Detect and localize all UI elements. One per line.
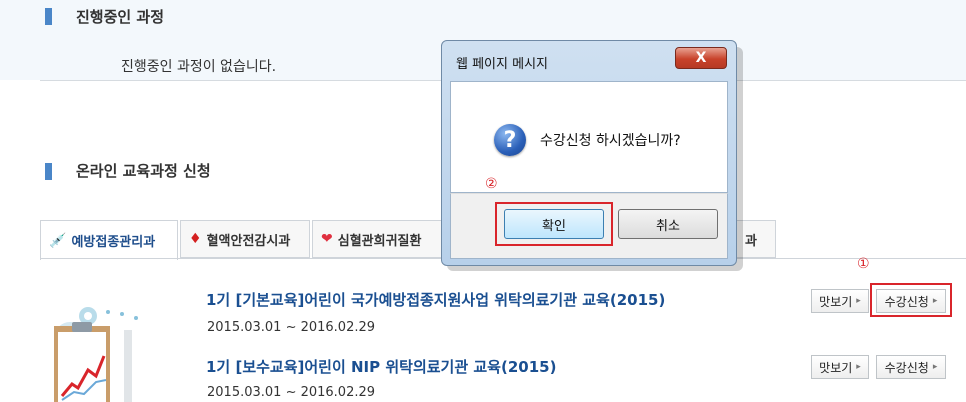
syringe-icon: 💉: [49, 232, 67, 249]
course-title[interactable]: 1기 [보수교육]어린이 NIP 위탁의료기관 교육(2015): [206, 356, 556, 377]
course-date: 2015.03.01 ~ 2016.02.29: [207, 320, 376, 335]
heart-icon: ❤: [321, 231, 333, 247]
chevron-right-icon: ▸: [932, 362, 938, 372]
chevron-right-icon: ▸: [856, 362, 861, 372]
tab-vaccination[interactable]: 💉 예방접종관리과: [40, 220, 178, 260]
preview-label: 맛보기: [819, 294, 853, 309]
question-icon: ?: [494, 124, 526, 156]
in-progress-title: 진행중인 과정: [76, 8, 165, 26]
preview-label: 맛보기: [819, 360, 853, 375]
tab-blood-safety[interactable]: ♦ 혈액안전감시과: [180, 220, 310, 258]
section-marker: [45, 8, 52, 25]
dialog-message: 수강신청 하시겠습니까?: [540, 133, 681, 149]
course-date: 2015.03.01 ~ 2016.02.29: [207, 385, 376, 400]
empty-message: 진행중인 과정이 없습니다.: [121, 59, 277, 75]
highlight-box-enroll: [870, 283, 952, 317]
course-illustration: [54, 307, 138, 402]
close-button[interactable]: X: [675, 47, 727, 69]
step-2-marker: ②: [485, 176, 498, 192]
tab-label: 과: [745, 233, 757, 249]
close-icon: X: [695, 50, 707, 66]
tab-label: 심혈관희귀질환: [337, 233, 422, 249]
chevron-right-icon: ▸: [856, 296, 861, 306]
enroll-label: 수강신청: [884, 360, 929, 375]
step-1-marker: ①: [857, 256, 870, 272]
course-title[interactable]: 1기 [기본교육]어린이 국가예방접종지원사업 위탁의료기관 교육(2015): [206, 289, 665, 310]
tab-label: 예방접종관리과: [71, 235, 156, 250]
tab-cardiovascular[interactable]: ❤ 심혈관희귀질환: [312, 220, 446, 258]
highlight-box-ok: [495, 202, 613, 246]
online-course-title: 온라인 교육과정 신청: [76, 162, 211, 180]
preview-button[interactable]: 맛보기 ▸: [811, 355, 869, 379]
tab-label: 혈액안전감시과: [206, 233, 291, 249]
blood-drop-icon: ♦: [189, 231, 202, 247]
preview-button[interactable]: 맛보기 ▸: [811, 289, 869, 313]
section-marker: [45, 163, 52, 180]
enroll-button[interactable]: 수강신청 ▸: [876, 355, 946, 379]
cancel-button[interactable]: 취소: [618, 209, 718, 239]
dialog-title: 웹 페이지 메시지: [456, 57, 548, 72]
